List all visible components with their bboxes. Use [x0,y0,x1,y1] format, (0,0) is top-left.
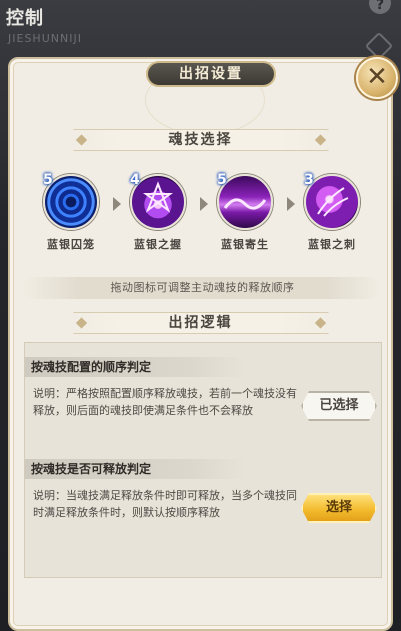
purple-thorn-icon: 3 [304,172,360,230]
arrow-right-icon [287,197,295,211]
skill-name: 蓝银囚笼 [47,238,95,251]
star-glyph-icon [142,181,174,213]
logic-section-title: 出招逻辑 [73,312,328,334]
arrow-right-icon [200,197,208,211]
wave-glyph-icon [223,198,267,210]
drag-hint: 拖动图标可调整主动魂技的释放顺序 [24,277,381,299]
skill-slot-1[interactable]: 5 蓝银囚笼 [36,172,106,252]
option-description: 说明：严格按照配置顺序释放魂技，若前一个魂技没有释放，则后面的魂技即使满足条件也… [33,387,297,417]
skill-settings-dialog: 出招设置 魂技选择 5 蓝银囚笼 4 蓝银之握 5 蓝银寄生 3 蓝银之刺 拖动… [8,57,393,631]
skill-slot-2[interactable]: 4 蓝银之握 [123,172,193,252]
background-title: 控制 [6,8,44,29]
skill-level-badge: 5 [43,172,53,188]
option-title: 按魂技配置的顺序判定 [25,357,245,377]
skill-slot-3[interactable]: 5 蓝银寄生 [210,172,280,252]
logic-options-panel: 按魂技配置的顺序判定 说明：严格按照配置顺序释放魂技，若前一个魂技没有释放，则后… [24,342,382,578]
option-title: 按魂技是否可释放判定 [25,459,245,479]
select-button[interactable]: 选择 [301,493,377,523]
skill-name: 蓝银寄生 [221,238,269,251]
thorn-glyph-icon [317,187,349,217]
background-subtitle: JIESHUNNIJI [8,32,82,45]
dialog-title: 出招设置 [146,61,276,87]
close-x-icon[interactable]: ✕ [356,57,398,99]
already-selected-button[interactable]: 已选择 [301,391,377,421]
skill-slot-4[interactable]: 3 蓝银之刺 [297,172,367,252]
purple-wave-icon: 5 [217,172,273,230]
arrow-right-icon [113,197,121,211]
blue-web-orb-icon: 5 [43,172,99,230]
purple-star-hand-icon: 4 [130,172,186,230]
skill-section-title: 魂技选择 [73,129,328,151]
skill-name: 蓝银之握 [134,238,182,251]
option-description: 说明：当魂技满足释放条件时即可释放，当多个魂技同时满足释放条件时，则默认按顺序释… [33,489,297,519]
skill-name: 蓝银之刺 [308,238,356,251]
